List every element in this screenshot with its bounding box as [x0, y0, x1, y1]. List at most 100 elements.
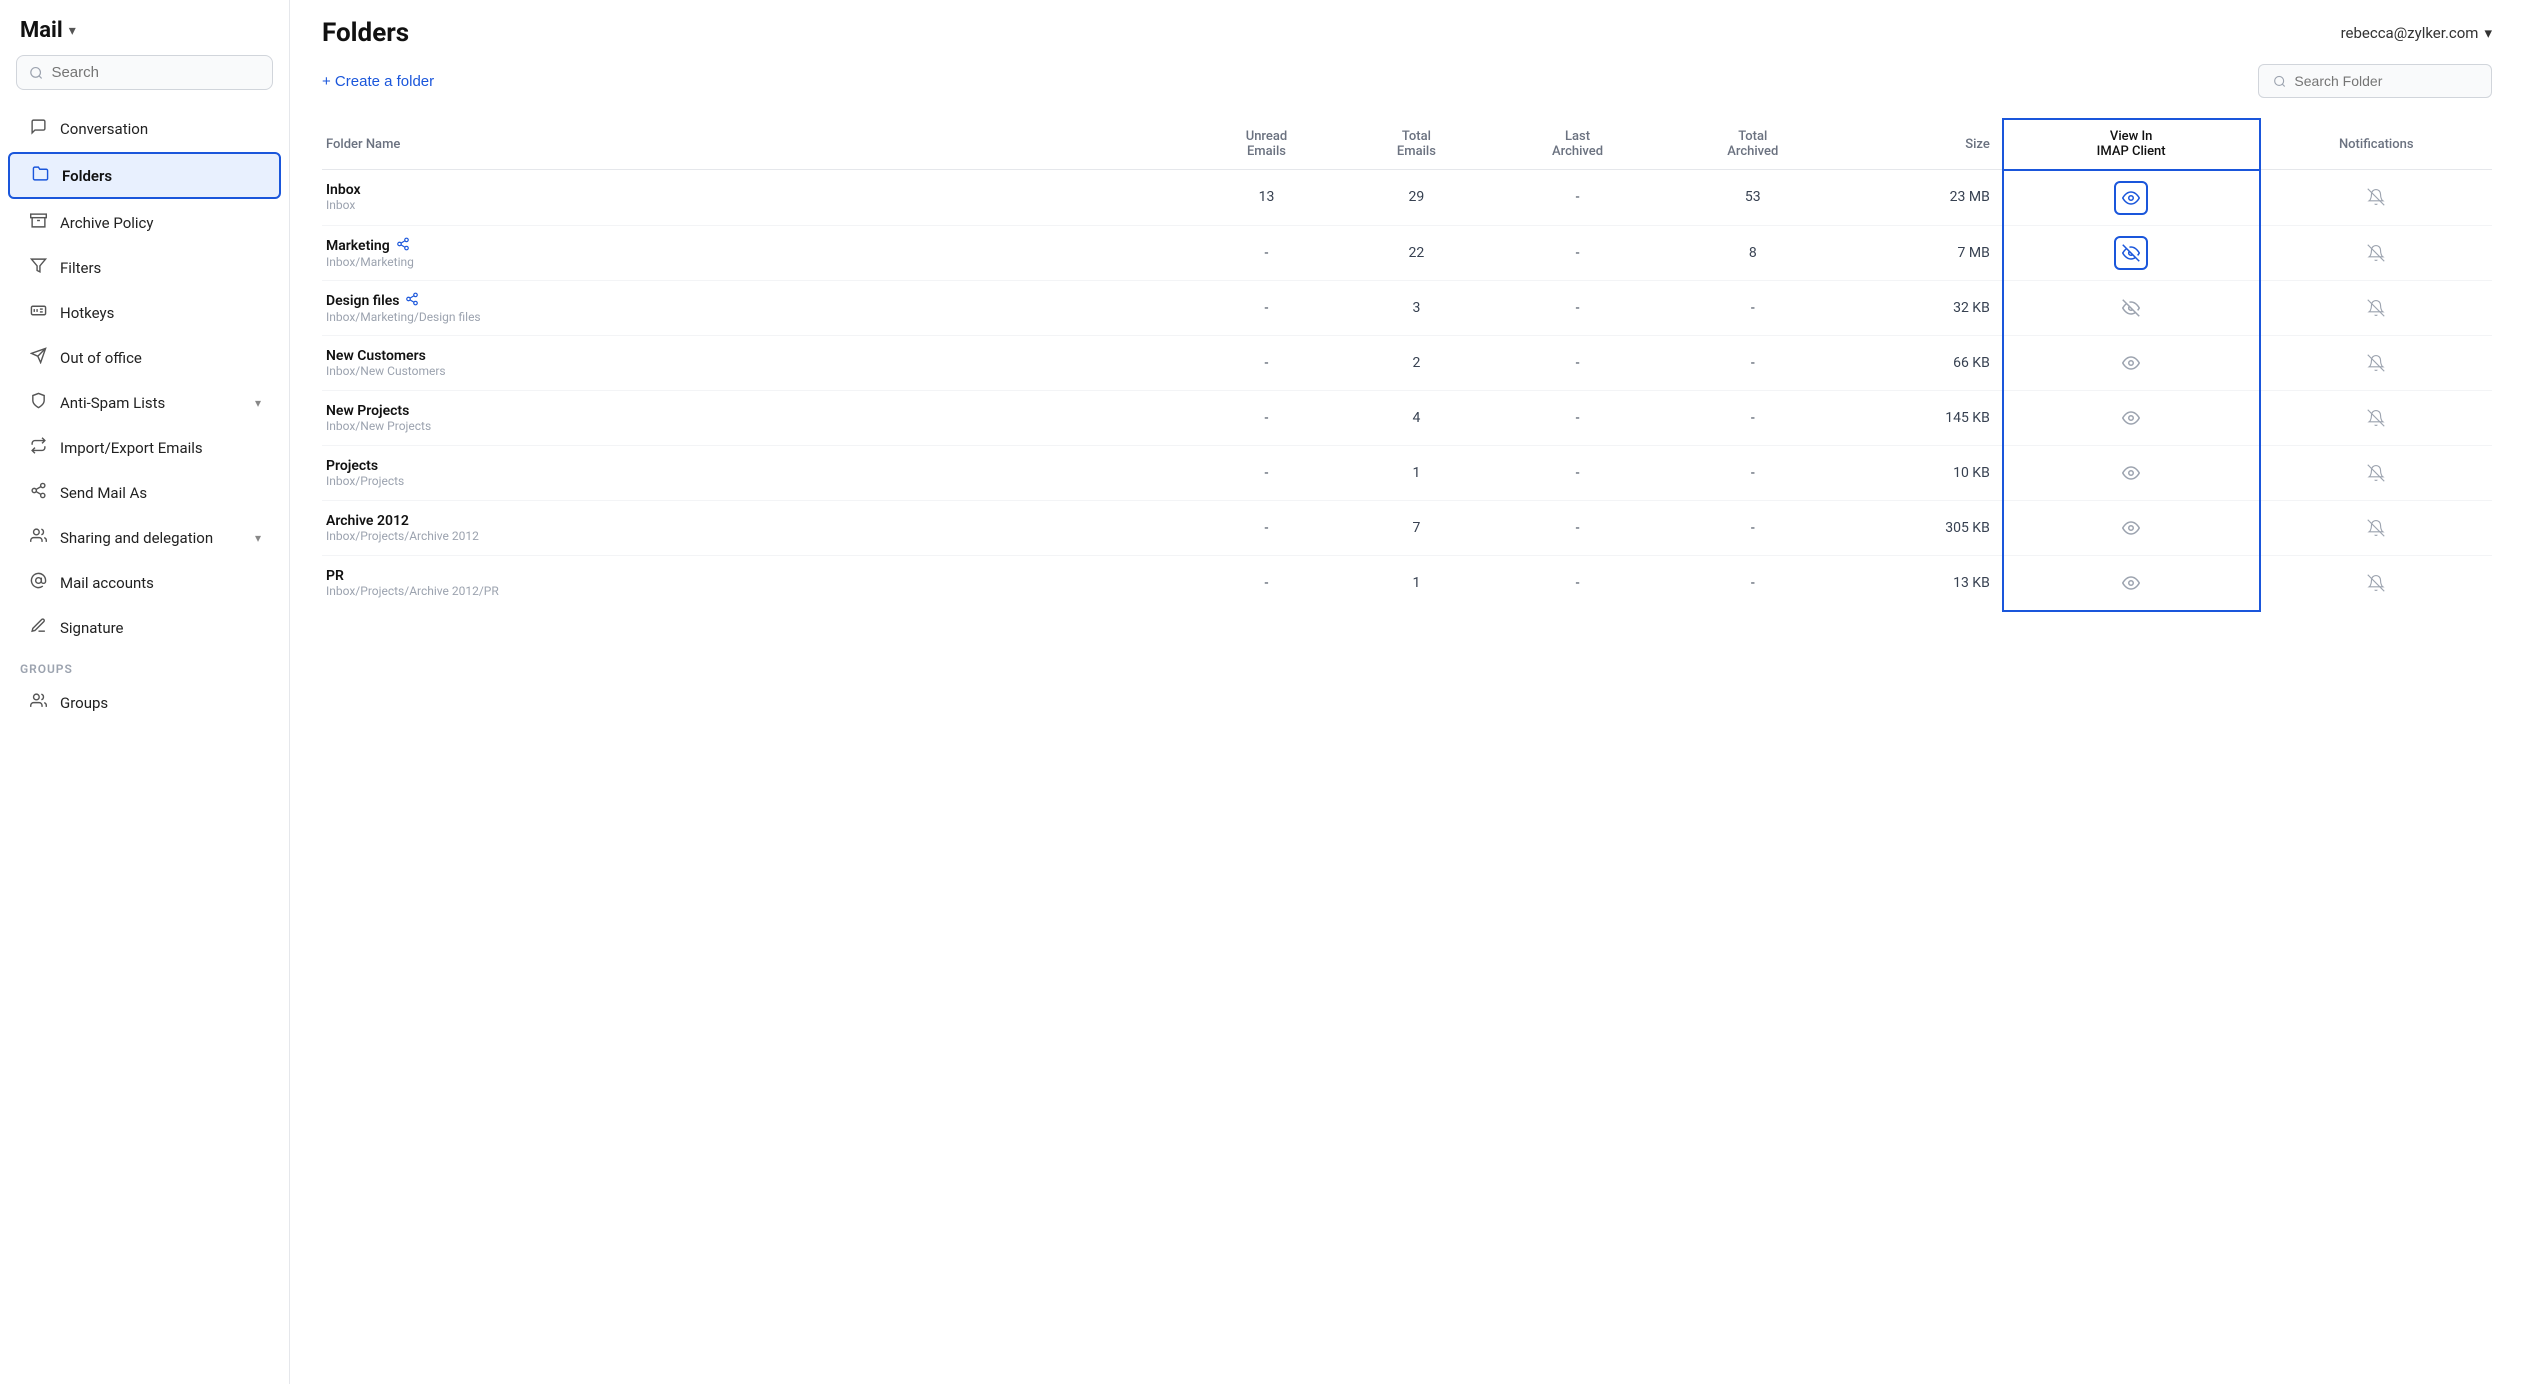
col-header-view-imap: View InIMAP Client — [2003, 119, 2260, 170]
shield-icon — [28, 392, 48, 413]
unread-cell: - — [1190, 225, 1343, 280]
total-archived-cell: - — [1665, 500, 1840, 555]
sidebar-item-mail-accounts[interactable]: Mail accounts — [8, 561, 281, 604]
sidebar-item-label: Archive Policy — [60, 214, 154, 232]
total-archived-cell: 8 — [1665, 225, 1840, 280]
notifications-cell[interactable] — [2260, 225, 2492, 280]
imap-cell[interactable] — [2003, 500, 2260, 555]
total-archived-cell: - — [1665, 555, 1840, 611]
total-cell: 29 — [1343, 170, 1490, 226]
unread-cell: - — [1190, 555, 1343, 611]
sidebar-item-groups[interactable]: Groups — [8, 681, 281, 724]
size-cell: 66 KB — [1840, 335, 2002, 390]
hotkeys-icon — [28, 302, 48, 323]
folder-name-cell: Marketing Inbox/Marketing — [322, 225, 1190, 280]
unread-cell: - — [1190, 390, 1343, 445]
notifications-cell[interactable] — [2260, 445, 2492, 500]
app-title: Mail — [20, 18, 63, 43]
col-header-size: Size — [1840, 119, 2002, 170]
sidebar-item-label: Import/Export Emails — [60, 439, 203, 457]
sidebar-item-send-mail-as[interactable]: Send Mail As — [8, 471, 281, 514]
notifications-cell[interactable] — [2260, 335, 2492, 390]
sidebar-item-label: Signature — [60, 619, 124, 637]
unread-cell: - — [1190, 280, 1343, 335]
bell-icon[interactable] — [2359, 346, 2393, 380]
sidebar-item-conversation[interactable]: Conversation — [8, 107, 281, 150]
table-row: Inbox Inbox 13 29 - 53 23 MB — [322, 170, 2492, 226]
sidebar-item-label: Mail accounts — [60, 574, 154, 592]
sidebar-item-label: Folders — [62, 167, 112, 185]
sidebar-item-hotkeys[interactable]: Hotkeys — [8, 291, 281, 334]
sidebar-header: Mail ▾ — [0, 0, 289, 55]
topbar: Folders rebecca@zylker.com ▾ — [290, 0, 2524, 48]
table-row: Projects Inbox/Projects - 1 - - 10 KB — [322, 445, 2492, 500]
archive-icon — [28, 212, 48, 233]
bell-icon[interactable] — [2359, 401, 2393, 435]
total-archived-cell: 53 — [1665, 170, 1840, 226]
folder-icon — [30, 165, 50, 186]
filter-icon — [28, 257, 48, 278]
sidebar-item-label: Conversation — [60, 120, 148, 138]
imap-cell[interactable] — [2003, 225, 2260, 280]
imap-cell[interactable] — [2003, 280, 2260, 335]
size-cell: 7 MB — [1840, 225, 2002, 280]
last-archived-cell: - — [1490, 170, 1665, 226]
plane-icon — [28, 347, 48, 368]
search-input[interactable] — [51, 64, 260, 81]
bell-icon[interactable] — [2359, 511, 2393, 545]
search-folder-input[interactable] — [2294, 73, 2477, 89]
signature-icon — [28, 617, 48, 638]
last-archived-cell: - — [1490, 390, 1665, 445]
table-row: Marketing Inbox/Marketing - 22 - 8 7 MB — [322, 225, 2492, 280]
last-archived-cell: - — [1490, 280, 1665, 335]
conversation-icon — [28, 118, 48, 139]
col-header-folder-name: Folder Name — [322, 119, 1190, 170]
create-folder-button[interactable]: + Create a folder — [322, 73, 434, 90]
sidebar-item-folders[interactable]: Folders — [8, 152, 281, 199]
notifications-cell[interactable] — [2260, 280, 2492, 335]
imap-cell[interactable] — [2003, 335, 2260, 390]
folder-name-cell: Inbox Inbox — [322, 170, 1190, 226]
import-export-icon — [28, 437, 48, 458]
total-cell: 4 — [1343, 390, 1490, 445]
sidebar-item-label: Filters — [60, 259, 101, 277]
imap-cell[interactable] — [2003, 555, 2260, 611]
last-archived-cell: - — [1490, 225, 1665, 280]
search-folder-box[interactable] — [2258, 64, 2492, 98]
share-icon — [405, 292, 419, 310]
user-dropdown-arrow: ▾ — [2484, 24, 2492, 42]
col-header-total: TotalEmails — [1343, 119, 1490, 170]
bell-icon[interactable] — [2359, 456, 2393, 490]
last-archived-cell: - — [1490, 445, 1665, 500]
unread-cell: - — [1190, 445, 1343, 500]
bell-icon[interactable] — [2359, 291, 2393, 325]
notifications-cell[interactable] — [2260, 555, 2492, 611]
sidebar-item-anti-spam[interactable]: Anti-Spam Lists ▾ — [8, 381, 281, 424]
folder-name-cell: Design files Inbox/Marketing/Design file… — [322, 280, 1190, 335]
bell-icon[interactable] — [2359, 236, 2393, 270]
notifications-cell[interactable] — [2260, 390, 2492, 445]
sidebar-item-out-of-office[interactable]: Out of office — [8, 336, 281, 379]
sidebar-search-box[interactable] — [16, 55, 273, 90]
user-email[interactable]: rebecca@zylker.com ▾ — [2341, 24, 2492, 42]
sharing-icon — [28, 527, 48, 548]
notifications-cell[interactable] — [2260, 170, 2492, 226]
unread-cell: 13 — [1190, 170, 1343, 226]
search-icon — [29, 65, 43, 81]
notifications-cell[interactable] — [2260, 500, 2492, 555]
imap-cell[interactable] — [2003, 445, 2260, 500]
content-area: + Create a folder Folder Name UnreadEmai… — [290, 48, 2524, 1384]
sidebar-item-signature[interactable]: Signature — [8, 606, 281, 649]
total-cell: 1 — [1343, 555, 1490, 611]
sidebar-item-import-export[interactable]: Import/Export Emails — [8, 426, 281, 469]
sidebar-item-archive-policy[interactable]: Archive Policy — [8, 201, 281, 244]
size-cell: 305 KB — [1840, 500, 2002, 555]
imap-cell[interactable] — [2003, 170, 2260, 226]
imap-cell[interactable] — [2003, 390, 2260, 445]
sidebar-item-filters[interactable]: Filters — [8, 246, 281, 289]
bell-icon[interactable] — [2359, 566, 2393, 600]
search-folder-icon — [2273, 74, 2286, 89]
sidebar-item-sharing-delegation[interactable]: Sharing and delegation ▾ — [8, 516, 281, 559]
bell-icon[interactable] — [2359, 180, 2393, 214]
sidebar-item-label: Anti-Spam Lists — [60, 394, 165, 412]
